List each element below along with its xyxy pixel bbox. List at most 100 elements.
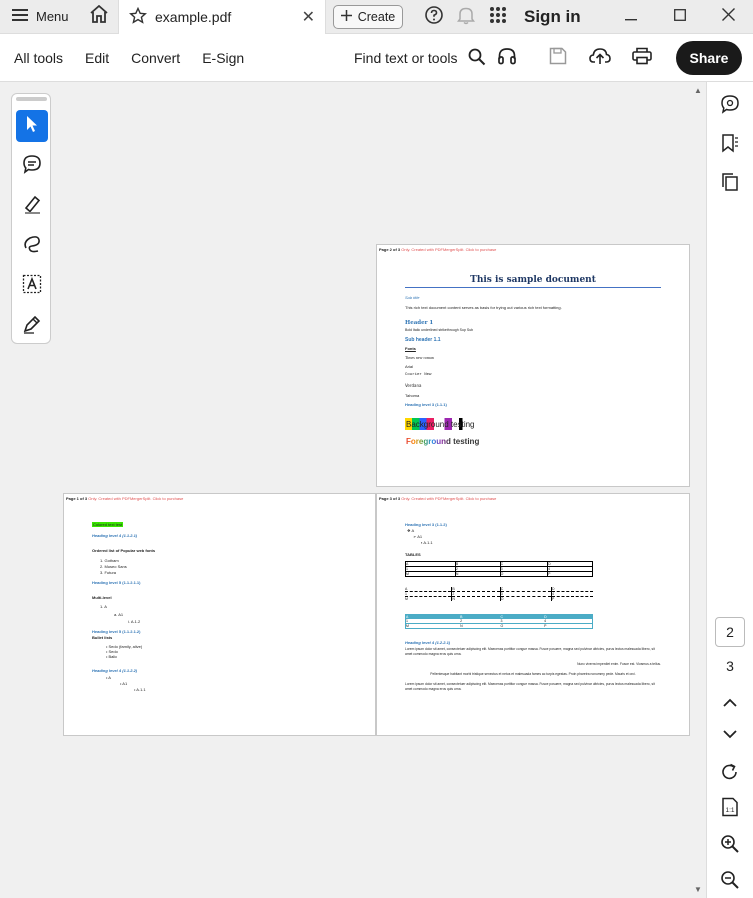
menu-button[interactable]: Menu bbox=[0, 0, 81, 34]
rotate-button[interactable] bbox=[718, 762, 742, 786]
upload-button[interactable] bbox=[588, 46, 612, 70]
table-row: M N O P bbox=[405, 596, 593, 601]
read-aloud-button[interactable] bbox=[495, 46, 519, 70]
font-line-tahoma: Tahoma bbox=[405, 393, 420, 398]
bookmark-icon bbox=[721, 133, 739, 158]
highlight-text: Colored text test bbox=[92, 522, 124, 527]
printer-icon bbox=[632, 47, 652, 70]
main-toolbar: All tools Edit Convert E-Sign Find text … bbox=[0, 34, 753, 82]
text-box-tool-button[interactable] bbox=[16, 270, 48, 302]
share-button[interactable]: Share bbox=[676, 41, 742, 75]
quick-tools-panel bbox=[11, 93, 51, 344]
drag-handle[interactable] bbox=[16, 97, 47, 101]
rotate-icon bbox=[720, 762, 740, 787]
heading-level-4b: Heading level 4 (1.1.2.2) bbox=[92, 668, 138, 673]
bookmarks-panel-button[interactable] bbox=[718, 133, 742, 157]
minimize-button[interactable] bbox=[606, 0, 656, 34]
page-header-watermark: Only. Created with PDFMergerSplit. Click… bbox=[401, 247, 497, 252]
comments-panel-button[interactable] bbox=[718, 94, 742, 118]
notifications-button[interactable] bbox=[450, 0, 482, 34]
zoom-in-icon bbox=[720, 834, 740, 859]
vertical-scrollbar[interactable]: ▲ ▼ bbox=[690, 82, 706, 898]
doc-intro: This rich text document content serves a… bbox=[405, 305, 562, 310]
chevron-down-icon bbox=[723, 726, 737, 744]
sub-header: Sub header 1.1 bbox=[405, 337, 441, 343]
multilevel-item: a. A1 bbox=[114, 612, 124, 617]
comment-icon bbox=[22, 154, 42, 179]
cursor-arrow-icon bbox=[24, 115, 40, 138]
multilevel-label: Multi-level bbox=[92, 595, 112, 600]
current-page-input[interactable]: 2 bbox=[715, 617, 745, 647]
help-button[interactable] bbox=[418, 0, 450, 34]
bullet2-item-text: A.1.1 bbox=[136, 687, 146, 692]
document-viewport[interactable] bbox=[0, 82, 706, 898]
page-header: Page 1 of 3 Only. Created with PDFMerger… bbox=[66, 496, 183, 501]
actual-size-button[interactable]: 1:1 bbox=[718, 797, 742, 821]
title-underline bbox=[405, 287, 661, 288]
lorem-right-aligned: Nunc viverra imperdiet enim. Fusce est. … bbox=[577, 662, 661, 666]
bullet2-item-text: A bbox=[108, 675, 111, 680]
page-thumbnails-button[interactable] bbox=[718, 172, 742, 196]
menu-convert[interactable]: Convert bbox=[131, 50, 180, 66]
create-button[interactable]: Create bbox=[333, 5, 403, 29]
pdf-page-3: Page 3 of 3 Only. Created with PDFMerger… bbox=[376, 493, 690, 736]
bullet2-item: • A1 bbox=[120, 681, 128, 686]
select-tool-button[interactable] bbox=[16, 110, 48, 142]
list-item-text: A bbox=[411, 528, 415, 533]
copy-pages-icon bbox=[721, 172, 739, 197]
zoom-in-button[interactable] bbox=[718, 834, 742, 858]
font-line-verdana: Verdana bbox=[405, 383, 422, 388]
fonts-label: Fonts bbox=[405, 346, 416, 351]
bullet-item-text: Balic bbox=[108, 654, 118, 659]
home-button[interactable] bbox=[81, 0, 117, 34]
titlebar-actions: Sign in bbox=[418, 0, 581, 34]
menu-e-sign[interactable]: E-Sign bbox=[202, 50, 244, 66]
sign-in-button[interactable]: Sign in bbox=[524, 7, 581, 27]
close-window-button[interactable] bbox=[703, 0, 753, 34]
page-header-number: Page 2 of 3 bbox=[379, 247, 401, 252]
list-item: ➢ A1 bbox=[413, 534, 423, 539]
font-line-arial: Arial bbox=[405, 364, 414, 369]
save-button[interactable] bbox=[546, 46, 570, 70]
maximize-button[interactable] bbox=[655, 0, 705, 34]
font-line-courier: Courier New bbox=[405, 373, 432, 377]
document-tab[interactable]: example.pdf ✕ bbox=[118, 0, 326, 34]
lorem-paragraph-2: Lorem ipsum dolor sit amet, consectetuer… bbox=[405, 682, 655, 691]
menu-edit[interactable]: Edit bbox=[85, 50, 109, 66]
cloud-upload-icon bbox=[589, 47, 611, 70]
zoom-out-button[interactable] bbox=[718, 870, 742, 894]
ordered-item-text: Futura bbox=[104, 570, 117, 575]
multilevel-item: 1. A bbox=[100, 604, 107, 609]
menu-all-tools[interactable]: All tools bbox=[14, 50, 63, 66]
next-page-button[interactable] bbox=[718, 723, 742, 747]
tables-label: TABLES bbox=[405, 552, 421, 557]
maximize-icon bbox=[674, 8, 686, 26]
sign-tool-button[interactable] bbox=[16, 310, 48, 342]
comment-tool-button[interactable] bbox=[16, 150, 48, 182]
scroll-up-arrow-icon[interactable]: ▲ bbox=[694, 86, 702, 95]
highlighter-icon bbox=[22, 194, 42, 219]
apps-button[interactable] bbox=[482, 0, 514, 34]
heading-level-5: Heading level 5 (1.1.2.1.1) bbox=[92, 580, 141, 585]
freehand-draw-icon bbox=[22, 234, 42, 259]
highlight-tool-button[interactable] bbox=[16, 190, 48, 222]
ordered-item: 3. Futura bbox=[100, 570, 117, 575]
table-3: A B C D 1 2 3 4 M N O P bbox=[405, 614, 593, 629]
previous-page-button[interactable] bbox=[718, 691, 742, 715]
star-icon[interactable] bbox=[129, 6, 147, 28]
comment-search-icon bbox=[720, 94, 740, 119]
scroll-down-arrow-icon[interactable]: ▼ bbox=[694, 885, 702, 894]
table-row: M N O P bbox=[405, 571, 593, 577]
ordered-title: Ordered list of Popular web fonts bbox=[92, 548, 156, 553]
print-button[interactable] bbox=[630, 46, 654, 70]
plus-icon bbox=[340, 10, 352, 24]
tab-close-icon[interactable]: ✕ bbox=[302, 7, 315, 27]
draw-tool-button[interactable] bbox=[16, 230, 48, 262]
table-cell: N bbox=[454, 571, 501, 577]
next-page-number[interactable]: 3 bbox=[715, 654, 745, 678]
find-tools-button[interactable]: Find text or tools bbox=[354, 34, 486, 82]
list-item: ▪ A.1.1 bbox=[421, 540, 433, 545]
close-icon bbox=[721, 8, 735, 26]
tab-title: example.pdf bbox=[155, 9, 232, 25]
bullet2-item: • A bbox=[106, 675, 111, 680]
